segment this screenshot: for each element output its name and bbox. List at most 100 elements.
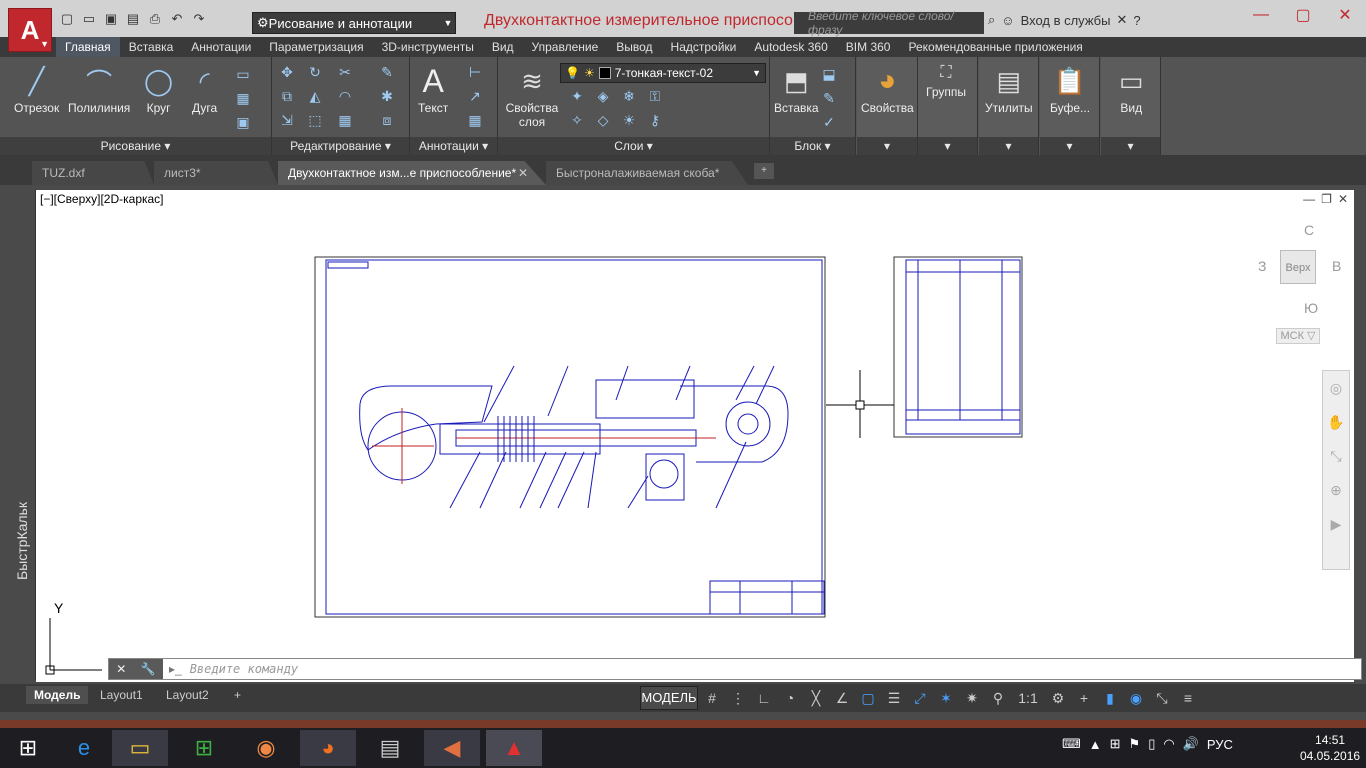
fillet-icon[interactable]: ◠: [336, 87, 354, 105]
tab-home[interactable]: Главная: [56, 37, 120, 57]
insert-block-button[interactable]: ⬒ Вставка: [774, 61, 819, 116]
scale-icon[interactable]: ⬚: [306, 111, 324, 129]
tab-view[interactable]: Вид: [483, 37, 523, 57]
battery-icon[interactable]: ▯: [1148, 736, 1155, 752]
viewcube-top-face[interactable]: Верх: [1280, 250, 1316, 284]
ucs-menu[interactable]: МСК ▽: [1276, 328, 1320, 344]
close-tab-icon[interactable]: ✕: [518, 161, 528, 185]
clipboard-button[interactable]: 📋 Буфе...: [1050, 61, 1090, 116]
tab-bim-360[interactable]: BIM 360: [837, 37, 900, 57]
drawing-canvas[interactable]: [−][Сверху][2D-каркас] — ❐ ✕ Y С З В Вер…: [36, 190, 1362, 682]
maximize-icon[interactable]: ▢: [1282, 0, 1324, 30]
print-icon[interactable]: ⎙: [146, 10, 164, 28]
add-layout-button[interactable]: +: [226, 686, 249, 704]
start-icon[interactable]: ⊞: [0, 730, 56, 766]
isolate-icon[interactable]: ▮: [1100, 688, 1120, 708]
volume-icon[interactable]: 🔊: [1183, 736, 1199, 752]
snap-icon[interactable]: ⋮: [728, 688, 748, 708]
panel-utilities[interactable]: ▤ Утилиты ▾: [979, 57, 1039, 155]
doc-tab-list3[interactable]: лист3*: [154, 161, 278, 185]
tab-annotate[interactable]: Аннотации: [182, 37, 260, 57]
close-icon[interactable]: ✕: [116, 662, 126, 676]
annotation-scale-icon[interactable]: ⚲: [988, 688, 1008, 708]
leader-icon[interactable]: ↗: [466, 87, 484, 105]
doc-tab-skoba[interactable]: Быстроналаживаемая скоба*: [546, 161, 748, 185]
scale-label[interactable]: 1:1: [1014, 688, 1042, 708]
layer-thaw-icon[interactable]: ☀: [620, 111, 638, 129]
workspace-dropdown[interactable]: ⚙ Рисование и аннотации ▼: [252, 12, 456, 34]
autocad-taskbar-icon[interactable]: ▲: [486, 730, 542, 766]
viewcube-west[interactable]: З: [1258, 258, 1266, 274]
clock[interactable]: 14:51 04.05.2016: [1300, 732, 1360, 764]
zoom-icon[interactable]: ⤡: [1323, 439, 1349, 473]
command-input[interactable]: Введите команду: [182, 662, 298, 676]
mirror-icon[interactable]: ◭: [306, 87, 324, 105]
internet-explorer-icon[interactable]: e: [56, 730, 112, 766]
open-file-icon[interactable]: ▭: [80, 10, 98, 28]
exchange-icon[interactable]: ✕: [1116, 12, 1127, 28]
signin-button[interactable]: ⌕ ☺ Вход в службы ✕ ?: [988, 12, 1141, 28]
document-app-icon[interactable]: ▤: [362, 730, 418, 766]
attribute-icon[interactable]: ✓: [820, 113, 838, 131]
app-icon[interactable]: ◉: [238, 730, 294, 766]
search-input[interactable]: Введите ключевое слово/фразу: [794, 9, 984, 37]
language-indicator[interactable]: РУС: [1207, 737, 1233, 752]
panel-modify-title[interactable]: Редактирование ▾: [272, 137, 409, 155]
layer-dropdown[interactable]: 💡 ☀ 7-тонкая-текст-02 ▼: [560, 63, 766, 83]
clean-screen-icon[interactable]: ⤡: [1152, 688, 1172, 708]
undo-icon[interactable]: ↶: [168, 10, 186, 28]
save-as-icon[interactable]: ▤: [124, 10, 142, 28]
hardware-accel-icon[interactable]: ◉: [1126, 688, 1146, 708]
circle-button[interactable]: ◯ Круг: [144, 61, 173, 116]
stretch-icon[interactable]: ⇲: [278, 111, 296, 129]
properties-button[interactable]: ◕ Свойства: [861, 61, 914, 115]
tab-manage[interactable]: Управление: [523, 37, 608, 57]
array-icon[interactable]: ▦: [336, 111, 354, 129]
help-icon[interactable]: ?: [1133, 13, 1140, 28]
region-icon[interactable]: ▣: [234, 113, 252, 131]
trim-icon[interactable]: ✂: [336, 63, 354, 81]
tab-parametric[interactable]: Параметризация: [260, 37, 372, 57]
polyline-button[interactable]: ⌒ Полилиния: [68, 61, 130, 116]
layer-off-icon[interactable]: ◈: [594, 87, 612, 105]
table-icon[interactable]: ▦: [466, 111, 484, 129]
grid-icon[interactable]: #: [702, 688, 722, 708]
app-menu-button[interactable]: A ▼: [8, 8, 52, 52]
line-button[interactable]: ╱ Отрезок: [14, 61, 59, 116]
doc-tab-tuz[interactable]: TUZ.dxf: [32, 161, 154, 185]
tab-autodesk-360[interactable]: Autodesk 360: [745, 37, 836, 57]
ortho-icon[interactable]: ∟: [754, 688, 774, 708]
layer-match-icon[interactable]: ✧: [568, 111, 586, 129]
panel-clipboard[interactable]: 📋 Буфе... ▾: [1040, 57, 1100, 155]
prompt-icon[interactable]: ▸_: [163, 662, 182, 676]
tab-insert[interactable]: Вставка: [120, 37, 183, 57]
network-icon[interactable]: ⊞: [1110, 736, 1121, 752]
new-file-icon[interactable]: ▢: [58, 10, 76, 28]
tab-featured-apps[interactable]: Рекомендованные приложения: [899, 37, 1091, 57]
redo-icon[interactable]: ↷: [190, 10, 208, 28]
panel-draw-title[interactable]: Рисование ▾: [0, 137, 271, 155]
pan-icon[interactable]: ✋: [1323, 405, 1349, 439]
minimize-icon[interactable]: —: [1240, 0, 1282, 30]
command-line[interactable]: ✕ 🔧 ▸_ Введите команду: [108, 658, 1362, 680]
layout-tab-layout1[interactable]: Layout1: [92, 686, 151, 704]
workspace-gear-icon[interactable]: ⚙: [1048, 688, 1068, 708]
flag-icon[interactable]: ⚑: [1129, 736, 1141, 752]
dynamic-input-icon[interactable]: ⤢: [910, 688, 930, 708]
model-space-button[interactable]: МОДЕЛЬ: [640, 686, 698, 710]
file-explorer-icon[interactable]: ▭: [112, 730, 168, 766]
tab-3d-tools[interactable]: 3D-инструменты: [373, 37, 483, 57]
layout-tab-model[interactable]: Модель: [26, 686, 89, 704]
annotation-visibility-icon[interactable]: ✶: [936, 688, 956, 708]
move-icon[interactable]: ✥: [278, 63, 296, 81]
edit-block-icon[interactable]: ✎: [820, 89, 838, 107]
tray-arrow-icon[interactable]: ▲: [1089, 737, 1102, 752]
dimension-icon[interactable]: ⊢: [466, 63, 484, 81]
layer-lock-icon[interactable]: ⚿: [646, 87, 664, 105]
speaker-app-icon[interactable]: ◀: [424, 730, 480, 766]
layout-tab-layout2[interactable]: Layout2: [158, 686, 217, 704]
doc-tab-active[interactable]: Двухконтактное изм...е приспособление* ✕: [278, 161, 546, 185]
save-icon[interactable]: ▣: [102, 10, 120, 28]
layer-freeze-icon[interactable]: ❄: [620, 87, 638, 105]
text-button[interactable]: A Текст: [418, 61, 448, 116]
